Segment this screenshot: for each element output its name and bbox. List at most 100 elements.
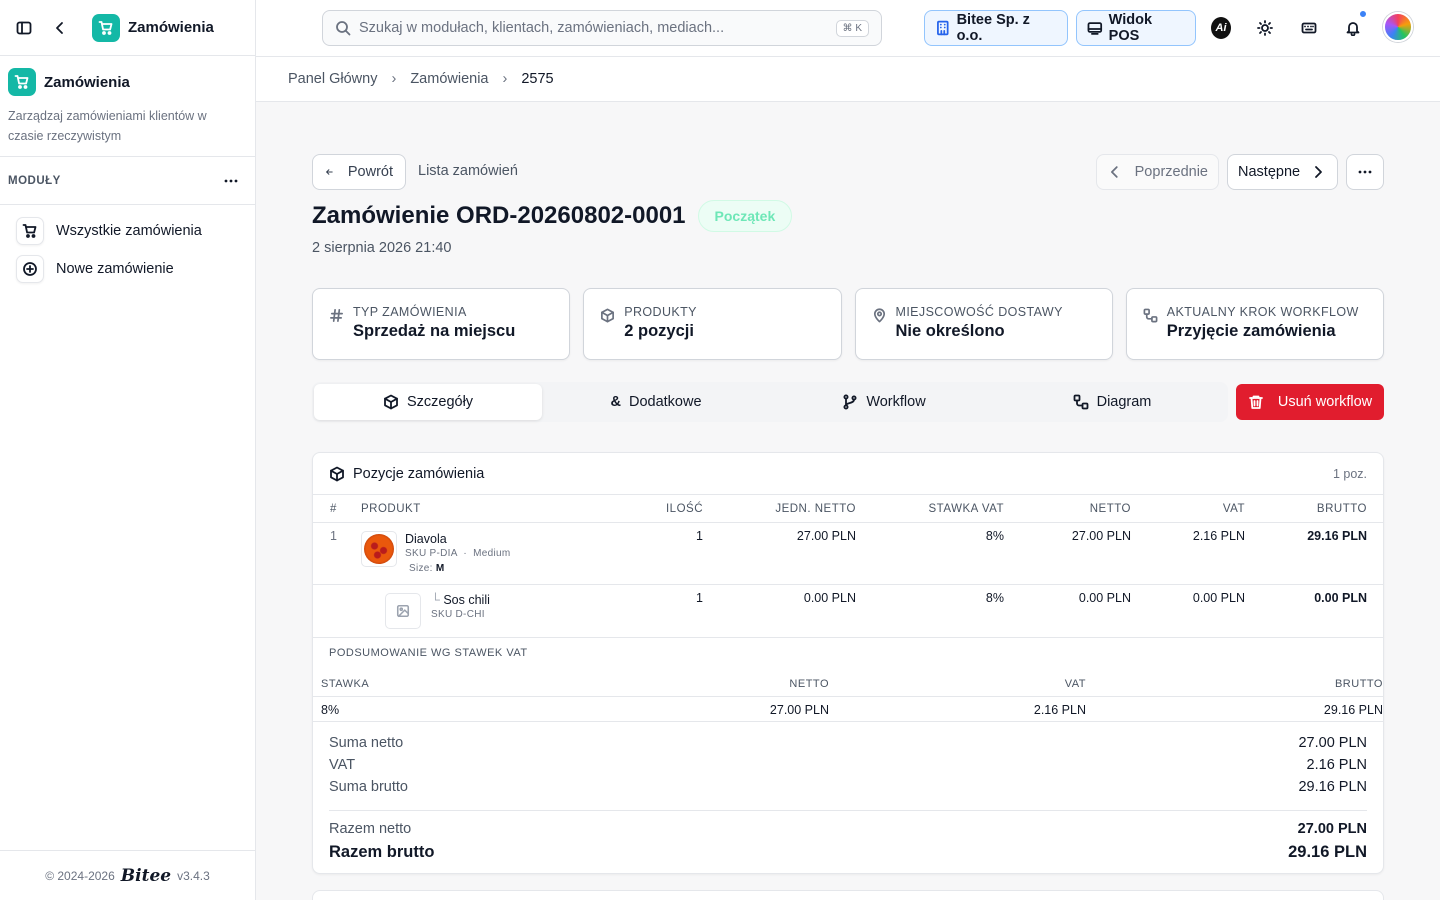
sidebar: Zamówienia Zamówienia Zarządzaj zamówien… [0, 0, 256, 900]
breadcrumb-home[interactable]: Panel Główny [288, 71, 377, 87]
tab-workflow[interactable]: Workflow [770, 384, 998, 420]
total-net-value: 27.00 PLN [1297, 821, 1367, 837]
next-label: Następne [1238, 164, 1301, 180]
total-gross-row: Razem brutto 29.16 PLN [329, 843, 1367, 869]
sum-gross-row: Suma brutto 29.16 PLN [329, 779, 1367, 801]
vat-gross: 29.16 PLN [1323, 703, 1383, 717]
tab-details[interactable]: Szczegóły [314, 384, 542, 420]
company-switcher-button[interactable]: Bitee Sp. z o.o. [924, 10, 1068, 46]
bell-icon [1346, 22, 1360, 36]
product-sku: SKU D-CHI [431, 609, 485, 620]
product-image-placeholder [385, 593, 421, 629]
panel-header: Pozycje zamówienia 1 poz. [313, 453, 1383, 495]
row-number: 1 [330, 529, 337, 543]
version: v3.4.3 [177, 868, 210, 883]
gross: 29.16 PLN [1307, 529, 1367, 543]
hash-icon [330, 309, 343, 322]
keyboard-shortcuts-button[interactable] [1299, 18, 1319, 38]
chevron-right-icon: › [502, 71, 508, 87]
more-horizontal-icon[interactable] [223, 173, 239, 189]
order-title-row: Zamówienie ORD-20260802-0001 Początek [312, 200, 793, 232]
vat: 0.00 PLN [1192, 591, 1245, 605]
status-badge: Początek [697, 200, 793, 232]
search-input[interactable] [359, 20, 819, 36]
ai-assistant-button[interactable]: Ai [1211, 17, 1231, 39]
sidebar-item-label: Nowe zamówienie [56, 261, 174, 277]
column-header: NETTO [1089, 503, 1131, 515]
previous-button[interactable]: Poprzednie [1096, 154, 1219, 190]
card-value: Przyjęcie zamówienia [1166, 322, 1336, 340]
items-table-header: # PRODUKT ILOŚĆ JEDN. NETTO STAWKA VAT N… [313, 495, 1383, 523]
workflow-icon [1073, 394, 1088, 410]
delete-label: Usuń workflow [1277, 394, 1373, 410]
column-header: # [330, 503, 337, 515]
chevron-left-icon[interactable] [50, 18, 70, 38]
order-nav-row: Powrót Lista zamówień Poprzednie Następn… [312, 154, 1384, 190]
quantity: 1 [696, 591, 703, 605]
package-icon [384, 394, 398, 410]
sidebar-nav: Wszystkie zamówienia Nowe zamówienie [16, 214, 202, 290]
cart-icon [8, 68, 36, 96]
panel-toggle-icon[interactable] [14, 18, 34, 38]
card-products: PRODUKTY 2 pozycji [583, 288, 842, 360]
page-title: Zamówienie ORD-20260802-0001 [312, 202, 686, 229]
notifications-button[interactable] [1343, 10, 1367, 38]
vat-summary-title: PODSUMOWANIE WG STAWEK VAT [329, 647, 528, 659]
vat-rate: 8% [985, 591, 1004, 605]
breadcrumb-orders[interactable]: Zamówienia [410, 71, 488, 87]
more-horizontal-icon [1358, 170, 1372, 174]
map-pin-icon [873, 308, 885, 323]
sidebar-item-new-order[interactable]: Nowe zamówienie [16, 252, 202, 286]
package-icon [601, 308, 615, 323]
vat-rate: 8% [321, 703, 340, 717]
modules-label: MODUŁY [8, 174, 61, 187]
breadcrumb: Panel Główny › Zamówienia › 2575 [256, 57, 1440, 102]
item-count: 1 poz. [1332, 466, 1367, 481]
modules-section-header: MODUŁY [0, 156, 255, 205]
sum-label: Suma brutto [329, 779, 408, 795]
arrow-left-icon [326, 169, 333, 175]
company-name: Bitee Sp. z o.o. [956, 12, 1030, 44]
search-icon [336, 21, 351, 36]
product-cell: Diavola SKU P-DIA · Medium Size: M [405, 532, 511, 574]
theme-toggle-button[interactable] [1255, 18, 1275, 38]
search-box[interactable]: ⌘ K [322, 10, 882, 46]
column-header: NETTO [789, 678, 829, 690]
topbar: ⌘ K Bitee Sp. z o.o. Widok POS Ai [256, 0, 1440, 57]
avatar[interactable] [1383, 12, 1413, 42]
previous-label: Poprzednie [1134, 164, 1208, 180]
back-button[interactable]: Powrót [312, 154, 406, 190]
cart-icon [16, 217, 44, 245]
sidebar-item-label: Wszystkie zamówienia [56, 223, 202, 239]
vat-amount: 2.16 PLN [1033, 703, 1086, 717]
total-gross-label: Razem brutto [329, 843, 435, 861]
table-row[interactable]: 1 Diavola SKU P-DIA · Medium Size: M 1 2… [313, 523, 1383, 585]
tab-diagram[interactable]: Diagram [998, 384, 1226, 420]
product-sku-line: SKU P-DIA · Medium [405, 548, 511, 559]
back-label: Powrót [347, 164, 393, 180]
card-value: Sprzedaż na miejscu [353, 322, 516, 340]
next-button[interactable]: Następne [1227, 154, 1338, 190]
delete-workflow-button[interactable]: Usuń workflow [1236, 384, 1384, 420]
git-branch-icon [843, 394, 857, 410]
pos-view-button[interactable]: Widok POS [1076, 10, 1196, 46]
package-icon [330, 466, 344, 481]
ampersand-icon: & [610, 394, 621, 410]
card-key: AKTUALNY KROK WORKFLOW [1166, 305, 1359, 319]
card-delivery-city: MIEJSCOWOŚĆ DOSTAWY Nie określono [854, 288, 1113, 360]
image-icon [396, 604, 410, 618]
unit-net: 27.00 PLN [796, 529, 856, 543]
product-name: Diavola [405, 532, 447, 546]
sidebar-item-all-orders[interactable]: Wszystkie zamówienia [16, 214, 202, 248]
totals: Suma netto 27.00 PLN VAT 2.16 PLN Suma b… [329, 735, 1367, 869]
tab-additional[interactable]: & Dodatkowe [542, 384, 770, 420]
more-actions-button[interactable] [1346, 154, 1384, 190]
sum-net-row: Suma netto 27.00 PLN [329, 735, 1367, 757]
orders-list-link[interactable]: Lista zamówień [418, 163, 518, 179]
card-order-type: TYP ZAMÓWIENIA Sprzedaż na miejscu [312, 288, 571, 360]
unit-net: 0.00 PLN [803, 591, 856, 605]
sidebar-footer: © 2024-2026 Bitee v3.4.3 [0, 850, 255, 900]
sum-value: 29.16 PLN [1298, 779, 1367, 795]
table-row[interactable]: └ Sos chili SKU D-CHI 1 0.00 PLN 8% 0.00… [313, 585, 1383, 638]
chevron-right-icon [1315, 166, 1322, 178]
